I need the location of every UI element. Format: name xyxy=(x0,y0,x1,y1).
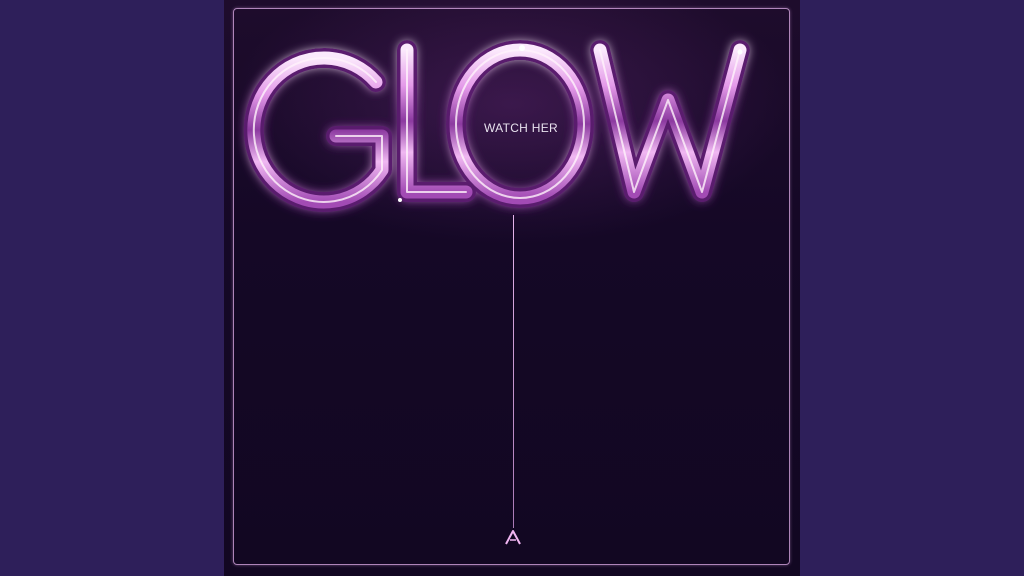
tagline: WATCH HER xyxy=(483,121,559,135)
album-cover: WATCH HER xyxy=(224,0,800,576)
hanging-line xyxy=(513,215,514,528)
title-art xyxy=(243,40,750,212)
video-frame: WATCH HER xyxy=(0,0,1024,576)
a-monogram-icon xyxy=(505,530,521,545)
